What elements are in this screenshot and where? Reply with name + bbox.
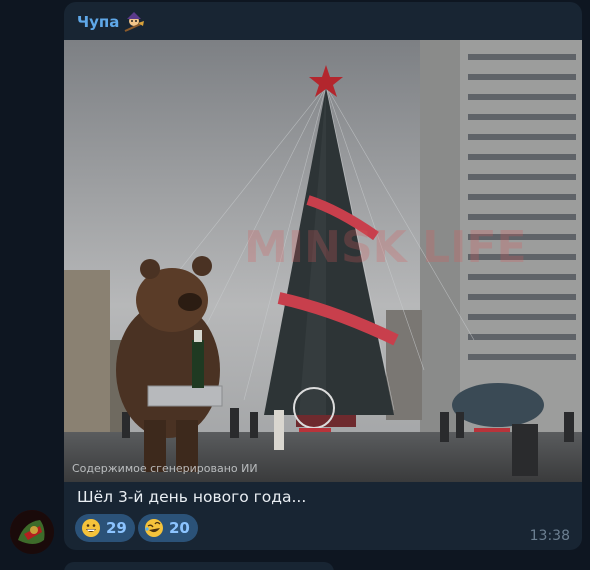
- rofl-face-icon: [145, 519, 163, 537]
- photo-credit: Содержимое сгенерировано ИИ: [72, 462, 258, 475]
- message-caption: Шёл 3-й день нового года...: [77, 488, 307, 506]
- photo-watermark: MINSK LIFE: [244, 222, 527, 273]
- sender-avatar[interactable]: [10, 510, 54, 554]
- reaction-grinning[interactable]: 29: [75, 514, 135, 542]
- bear-with-champagne-photo: MINSK LIFE Содержимое сгенерировано ИИ: [64, 40, 582, 482]
- reaction-rofl[interactable]: 20: [138, 514, 198, 542]
- message-time: 13:38: [529, 528, 570, 544]
- grinning-face-icon: [82, 519, 100, 537]
- next-message-bubble[interactable]: [64, 562, 334, 570]
- message-bubble[interactable]: Чупа MINSK LIFE Содержимое сгенерировано…: [64, 2, 582, 550]
- avatar-image: [10, 510, 54, 554]
- reaction-count: 29: [106, 519, 127, 537]
- message-photo[interactable]: MINSK LIFE Содержимое сгенерировано ИИ: [64, 40, 582, 482]
- reaction-count: 20: [169, 519, 190, 537]
- sender-name[interactable]: Чупа: [77, 11, 145, 33]
- broom-witch-icon: [124, 12, 145, 32]
- sender-name-text: Чупа: [77, 13, 120, 31]
